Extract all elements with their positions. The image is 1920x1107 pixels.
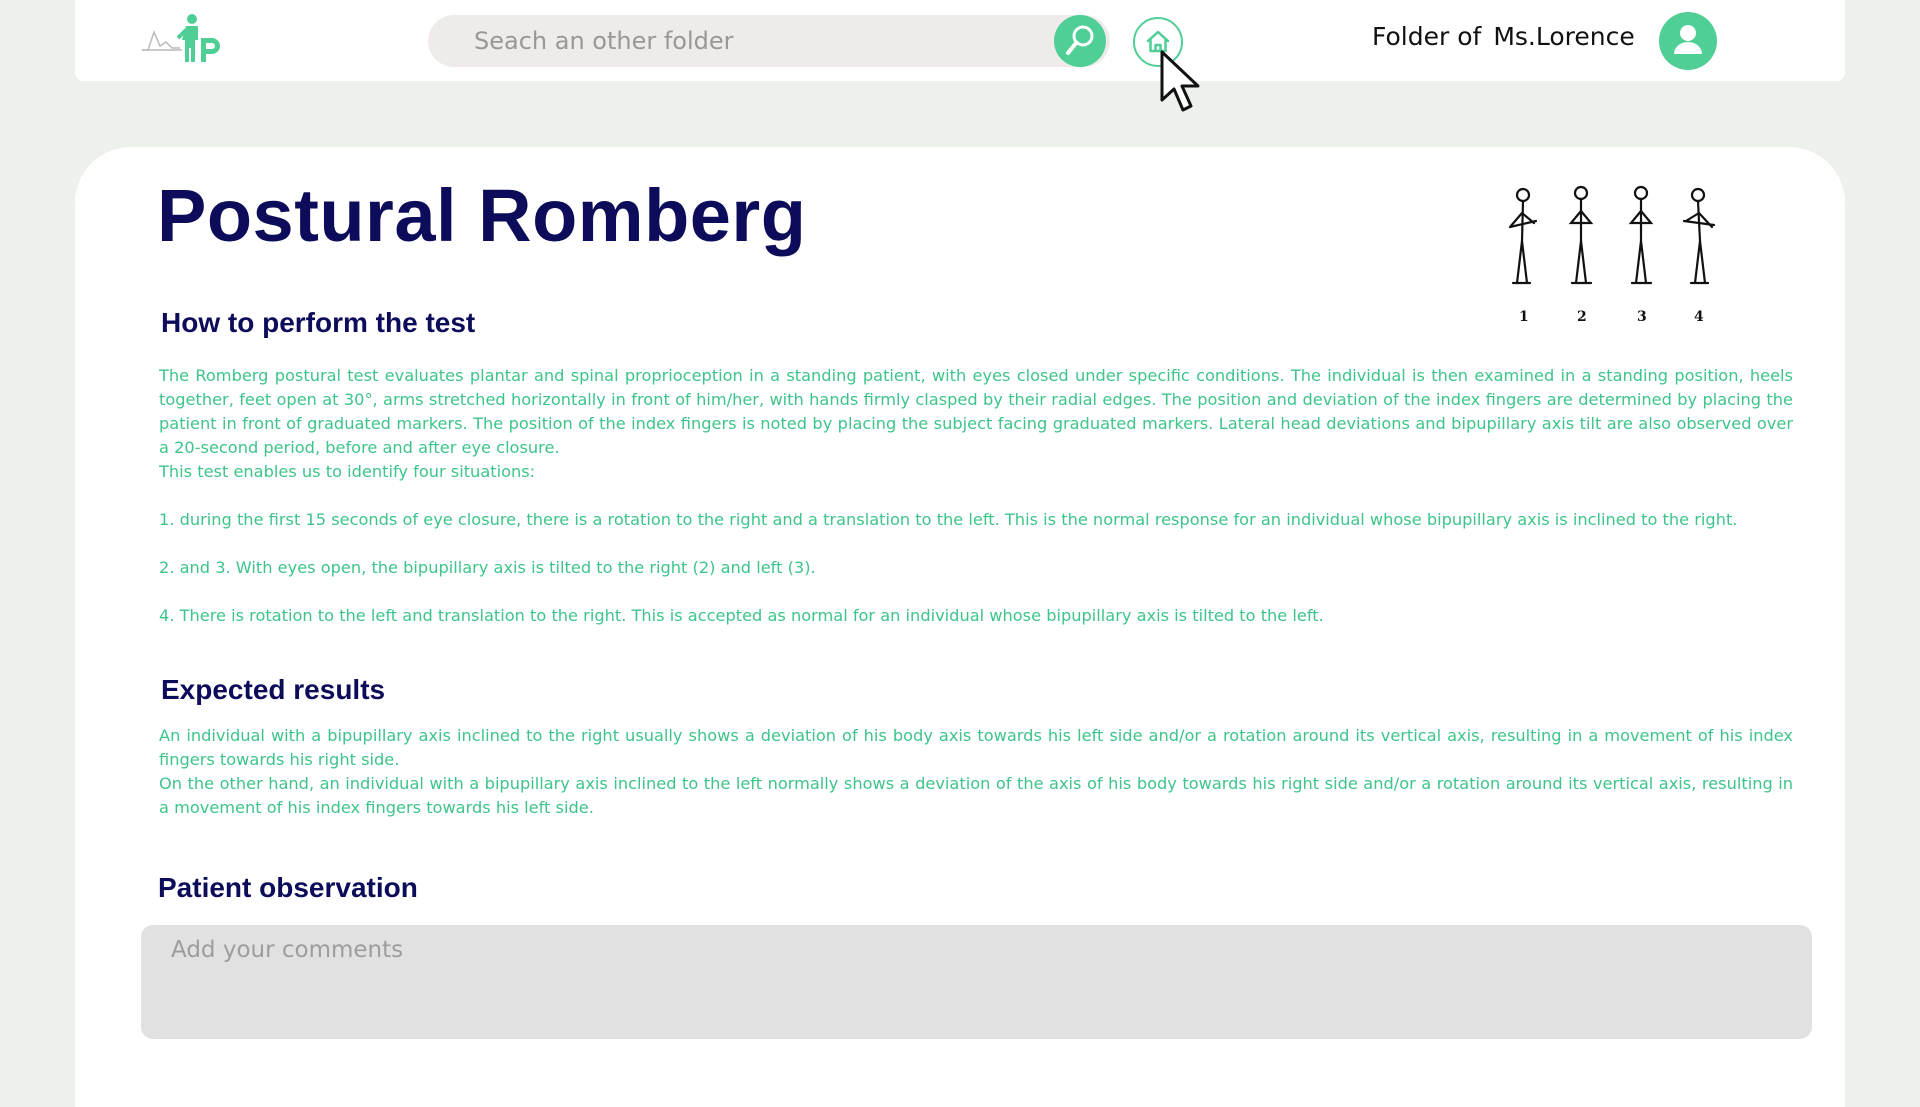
figure-label-4: 4 [1694,309,1704,325]
doctor-logo-icon[interactable] [140,12,230,67]
stick-figure-2 [1568,185,1594,285]
mouse-pointer-icon [1160,50,1200,112]
stick-figure-3 [1628,185,1654,285]
stick-figure-1 [1508,187,1538,285]
expected-text-2: On the other hand, an individual with a … [159,774,1793,817]
stick-figure-4 [1682,187,1716,285]
situation-1-text: 1. during the first 15 seconds of eye cl… [159,510,1738,529]
figure-label-2: 2 [1577,309,1587,325]
patient-name: Ms.Lorence [1493,22,1635,51]
situation-4-text: 4. There is rotation to the left and tra… [159,606,1324,625]
expected-text-1: An individual with a bipupillary axis in… [159,726,1793,769]
folder-prefix: Folder of [1372,22,1482,51]
patient-observation-input[interactable] [141,925,1812,1039]
magnifier-icon [1066,25,1094,55]
search-button[interactable] [1054,15,1106,67]
how-intro-text: The Romberg postural test evaluates plan… [159,366,1793,457]
user-avatar-button[interactable] [1659,12,1717,70]
how-lead-text: This test enables us to identify four si… [159,462,536,481]
romberg-positions-figure: 1 2 3 4 [1508,185,1716,325]
section-heading-how: How to perform the test [161,307,476,338]
figure-label-3: 3 [1637,309,1647,325]
user-icon [1674,25,1702,54]
section-heading-expected: Expected results [161,674,386,705]
folder-owner-label: Folder of Ms.Lorence [1372,22,1635,58]
situation-2-3-text: 2. and 3. With eyes open, the bipupillar… [159,558,816,577]
figure-label-1: 1 [1519,309,1529,325]
section-heading-observation: Patient observation [158,872,418,903]
search-input[interactable] [448,15,1028,67]
search-bar [428,15,1110,67]
page-title: Postural Romberg [157,174,807,257]
test-card: Postural Romberg 1 2 3 4 How to perform … [75,147,1845,1107]
